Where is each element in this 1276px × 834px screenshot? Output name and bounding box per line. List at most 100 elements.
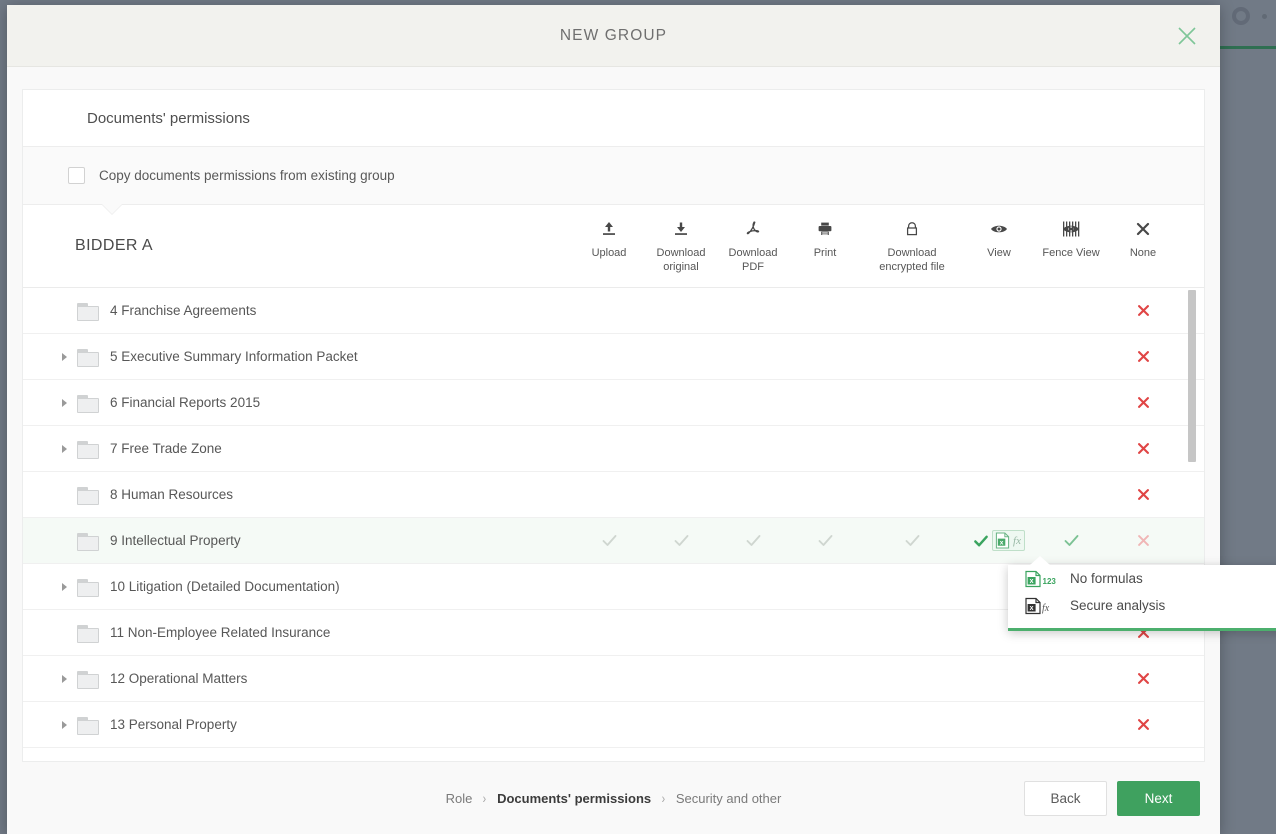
breadcrumb-item[interactable]: Role [446,791,473,806]
permission-cell-download_pdf[interactable] [717,472,789,518]
permission-cell-none[interactable] [1107,426,1179,472]
permission-cell-download_orig[interactable] [645,426,717,472]
permission-cell-download_enc[interactable] [861,702,963,748]
permission-cell-none[interactable] [1107,334,1179,380]
table-row[interactable]: 8 Human Resources [23,472,1204,518]
permission-cell-print[interactable] [789,564,861,610]
permission-cell-upload[interactable] [573,656,645,702]
permission-cell-view[interactable] [963,380,1035,426]
expand-caret-icon[interactable] [57,442,71,456]
permission-cell-download_orig[interactable] [645,656,717,702]
permission-cell-download_orig[interactable] [645,702,717,748]
table-row[interactable]: 12 Operational Matters [23,656,1204,702]
permission-column-download-encrypted[interactable]: Download encrypted file [861,217,963,275]
permission-column-download-pdf[interactable]: Download PDF [717,217,789,275]
expand-caret-icon[interactable] [57,396,71,410]
expand-caret-icon[interactable] [57,350,71,364]
permission-cell-download_pdf[interactable] [717,288,789,334]
expand-caret-icon[interactable] [57,580,71,594]
permission-cell-upload[interactable] [573,518,645,564]
permission-cell-download_enc[interactable] [861,426,963,472]
permission-cell-none[interactable] [1107,656,1179,702]
permission-column-view[interactable]: View [963,217,1035,261]
permission-cell-download_pdf[interactable] [717,518,789,564]
permission-cell-none[interactable] [1107,380,1179,426]
permission-cell-view[interactable] [963,656,1035,702]
rows-scrollbar-thumb[interactable] [1188,290,1196,462]
permission-cell-print[interactable] [789,288,861,334]
expand-caret-icon[interactable] [57,672,71,686]
rows-scrollbar-track[interactable] [1192,288,1200,761]
permission-column-none[interactable]: None [1107,217,1179,261]
permission-cell-print[interactable] [789,426,861,472]
permission-cell-download_pdf[interactable] [717,656,789,702]
back-button[interactable]: Back [1024,781,1107,816]
permission-cell-print[interactable] [789,518,861,564]
permission-cell-download_orig[interactable] [645,288,717,334]
permission-cell-view[interactable] [963,426,1035,472]
next-button[interactable]: Next [1117,781,1200,816]
permission-cell-download_enc[interactable] [861,288,963,334]
permission-cell-upload[interactable] [573,426,645,472]
permission-cell-fence_view[interactable] [1035,472,1107,518]
table-row[interactable]: 6 Financial Reports 2015 [23,380,1204,426]
copy-permissions-label[interactable]: Copy documents permissions from existing… [99,168,395,183]
breadcrumb-item[interactable]: Documents' permissions [497,791,651,806]
permission-cell-none[interactable] [1107,518,1179,564]
breadcrumb-item[interactable]: Security and other [676,791,782,806]
popup-item-no-formulas[interactable]: x 123 No formulas [1008,565,1276,592]
permission-cell-print[interactable] [789,656,861,702]
permission-column-download-original[interactable]: Download original [645,217,717,275]
permission-cell-download_pdf[interactable] [717,426,789,472]
permission-cell-download_orig[interactable] [645,472,717,518]
permission-cell-none[interactable] [1107,288,1179,334]
permission-cell-fence_view[interactable] [1035,656,1107,702]
permission-cell-download_enc[interactable] [861,518,963,564]
permission-cell-upload[interactable] [573,564,645,610]
permission-cell-download_orig[interactable] [645,610,717,656]
permission-cell-upload[interactable] [573,472,645,518]
permission-cell-view[interactable] [963,472,1035,518]
table-row[interactable]: 7 Free Trade Zone [23,426,1204,472]
permission-cell-none[interactable] [1107,702,1179,748]
permission-cell-upload[interactable] [573,702,645,748]
permission-cell-fence_view[interactable] [1035,380,1107,426]
popup-item-secure-analysis[interactable]: x fx Secure analysis [1008,592,1276,619]
permission-cell-fence_view[interactable] [1035,288,1107,334]
permission-cell-download_enc[interactable] [861,564,963,610]
permission-cell-download_enc[interactable] [861,472,963,518]
permission-cell-fence_view[interactable] [1035,702,1107,748]
permission-cell-view[interactable] [963,702,1035,748]
permission-cell-print[interactable] [789,610,861,656]
permission-cell-fence_view[interactable] [1035,334,1107,380]
excel-fx-badge-icon[interactable]: xfx [992,530,1025,551]
permission-cell-upload[interactable] [573,380,645,426]
permission-cell-download_orig[interactable] [645,518,717,564]
copy-permissions-checkbox[interactable] [68,167,85,184]
permission-cell-download_pdf[interactable] [717,610,789,656]
permission-cell-upload[interactable] [573,610,645,656]
table-row[interactable]: 5 Executive Summary Information Packet [23,334,1204,380]
permission-column-print[interactable]: Print [789,217,861,261]
permission-cell-upload[interactable] [573,334,645,380]
permission-cell-download_orig[interactable] [645,564,717,610]
permission-cell-print[interactable] [789,702,861,748]
permission-cell-upload[interactable] [573,288,645,334]
permission-cell-view[interactable]: xfx [963,518,1035,564]
permission-cell-download_orig[interactable] [645,380,717,426]
table-row[interactable]: 13 Personal Property [23,702,1204,748]
permission-cell-print[interactable] [789,380,861,426]
permission-column-fence-view[interactable]: Fence View [1035,217,1107,261]
permission-cell-print[interactable] [789,472,861,518]
permission-cell-download_enc[interactable] [861,610,963,656]
permission-cell-none[interactable] [1107,472,1179,518]
permission-cell-view[interactable] [963,334,1035,380]
permission-cell-download_pdf[interactable] [717,564,789,610]
table-row[interactable]: 4 Franchise Agreements [23,288,1204,334]
permission-cell-download_enc[interactable] [861,656,963,702]
permission-cell-download_enc[interactable] [861,334,963,380]
permission-cell-download_pdf[interactable] [717,334,789,380]
expand-caret-icon[interactable] [57,718,71,732]
permission-cell-download_enc[interactable] [861,380,963,426]
permission-cell-download_pdf[interactable] [717,702,789,748]
